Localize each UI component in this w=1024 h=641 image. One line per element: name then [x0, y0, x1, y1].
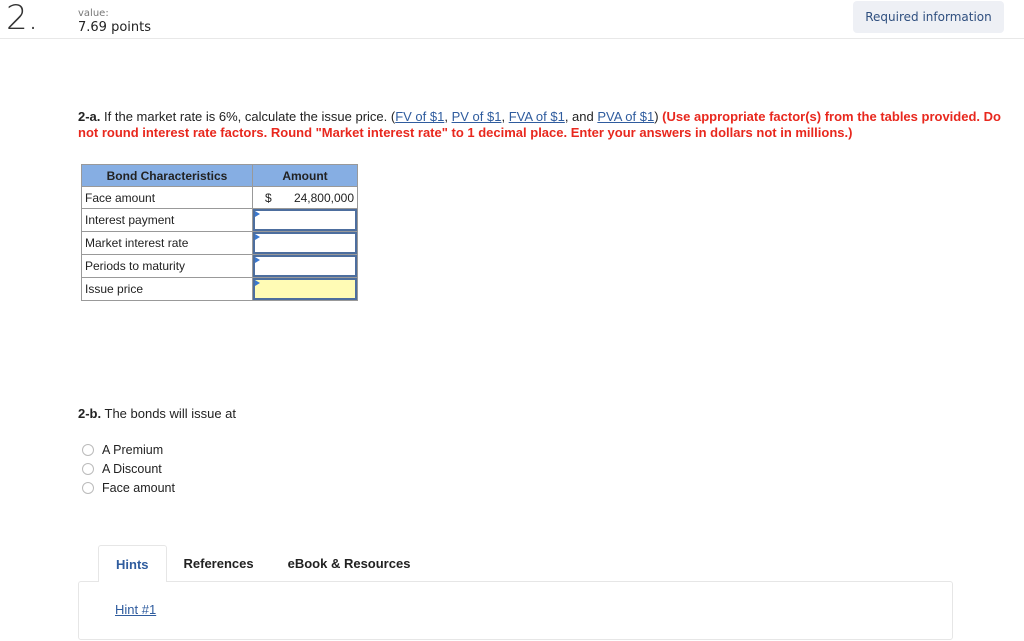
resource-tabs: Hints References eBook & Resources — [98, 545, 427, 582]
radio-button[interactable] — [82, 481, 94, 494]
row-label: Face amount — [81, 186, 253, 209]
hints-panel: Hint #1 — [78, 581, 953, 640]
row-label: Market interest rate — [81, 231, 253, 255]
table-header-row: Bond Characteristics Amount — [81, 164, 358, 187]
market-interest-rate-input[interactable] — [253, 232, 357, 254]
part-b-text: The bonds will issue at — [101, 406, 237, 421]
separator: , — [444, 109, 452, 124]
tab-ebook-resources[interactable]: eBook & Resources — [271, 545, 428, 581]
fv-of-1-link[interactable]: FV of $1 — [395, 109, 444, 124]
header-amount: Amount — [252, 164, 358, 187]
face-amount-value: $24,800,000 — [252, 186, 358, 209]
table-row: Issue price — [81, 277, 358, 301]
separator: , — [501, 109, 509, 124]
option-label: A Premium — [102, 442, 164, 457]
table-row: Interest payment — [81, 208, 358, 232]
part-a-label: 2-a. — [78, 109, 101, 124]
option-premium[interactable]: A Premium — [82, 440, 175, 459]
separator: ) — [654, 109, 663, 124]
option-label: Face amount — [102, 480, 175, 495]
face-amount-number: 24,800,000 — [293, 190, 354, 205]
radio-button[interactable] — [82, 443, 94, 456]
radio-button[interactable] — [82, 462, 94, 475]
issue-price-input[interactable] — [253, 278, 357, 300]
header-bond-characteristics: Bond Characteristics — [81, 164, 253, 187]
table-row: Market interest rate — [81, 231, 358, 255]
fva-of-1-link[interactable]: FVA of $1 — [509, 109, 565, 124]
header-divider — [0, 38, 1024, 39]
part-a-text: If the market rate is 6%, calculate the … — [100, 109, 396, 124]
bond-characteristics-table: Bond Characteristics Amount Face amount … — [81, 164, 358, 301]
currency-symbol: $ — [265, 190, 272, 205]
value-label: value: — [78, 8, 109, 19]
question-number: 2. — [6, 0, 39, 38]
pv-of-1-link[interactable]: PV of $1 — [452, 109, 502, 124]
separator: , and — [564, 109, 598, 124]
pva-of-1-link[interactable]: PVA of $1 — [597, 109, 654, 124]
row-label: Issue price — [81, 277, 253, 301]
table-row: Face amount $24,800,000 — [81, 186, 358, 209]
part-b-label: 2-b. — [78, 406, 102, 421]
part-a-prompt: 2-a. If the market rate is 6%, calculate… — [78, 109, 1018, 141]
option-label: A Discount — [102, 461, 162, 476]
option-discount[interactable]: A Discount — [82, 459, 175, 478]
tab-references[interactable]: References — [167, 545, 271, 581]
tab-hints[interactable]: Hints — [98, 545, 167, 582]
row-label: Periods to maturity — [81, 254, 253, 278]
value-points: 7.69 points — [78, 20, 152, 35]
table-row: Periods to maturity — [81, 254, 358, 278]
row-label: Interest payment — [81, 208, 253, 232]
option-face-amount[interactable]: Face amount — [82, 478, 175, 497]
required-information-button[interactable]: Required information — [853, 1, 1004, 33]
periods-to-maturity-input[interactable] — [253, 255, 357, 277]
hint-1-link[interactable]: Hint #1 — [115, 602, 156, 617]
part-b-prompt: 2-b. The bonds will issue at — [78, 406, 236, 421]
issue-options-group: A Premium A Discount Face amount — [82, 440, 175, 497]
interest-payment-input[interactable] — [253, 209, 357, 231]
